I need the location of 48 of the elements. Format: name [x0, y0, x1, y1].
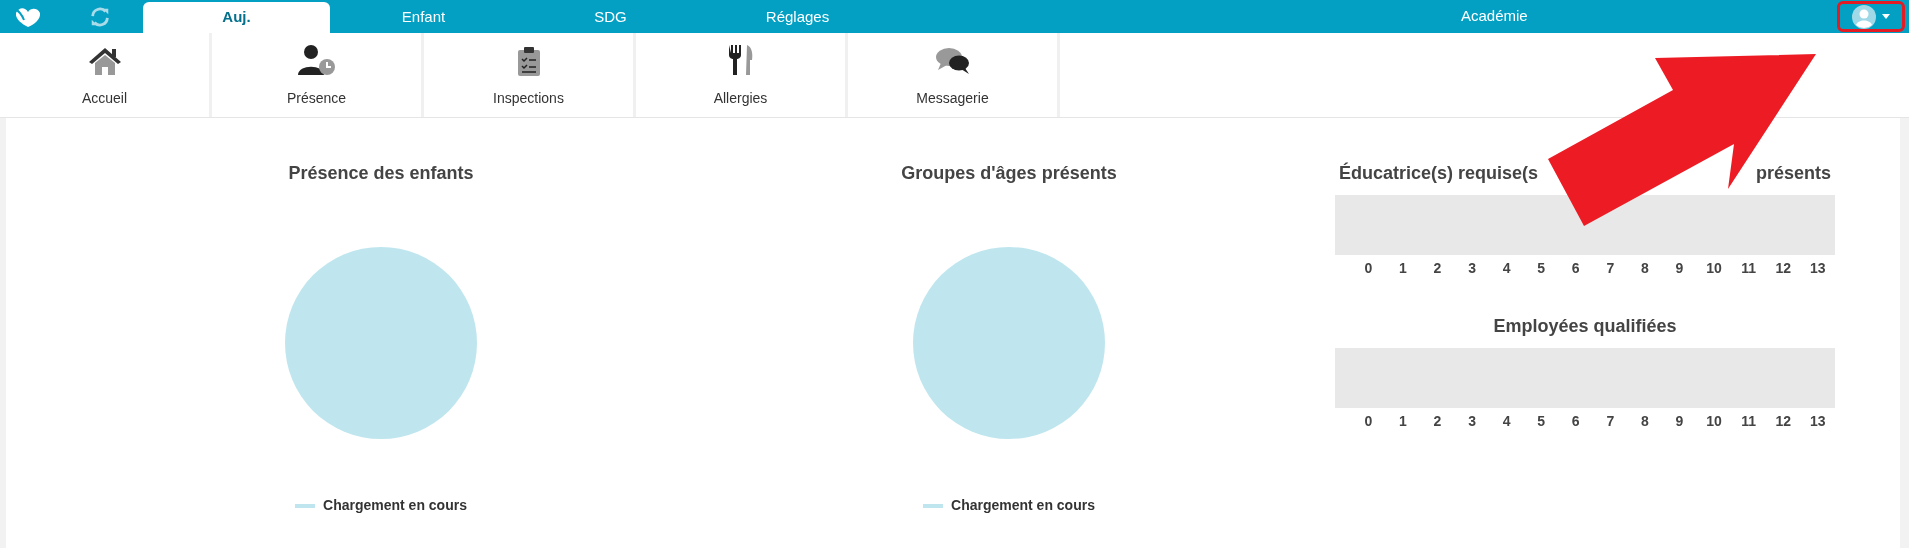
axis-tick-label: 1 [1397, 412, 1408, 431]
axis-tick-label: 11 [1740, 259, 1758, 278]
axis-tick-label: 9 [1674, 412, 1685, 431]
chart-title: Présence des enfants [288, 162, 474, 185]
axis-tick-label: 13 [1809, 412, 1827, 431]
axis-tick-label: 7 [1605, 412, 1616, 431]
axis-tick-label: 0 [1363, 259, 1374, 278]
axis-tick-label: 11 [1740, 412, 1758, 431]
person-clock-icon [297, 44, 336, 76]
axis-tick-label: 5 [1536, 412, 1547, 431]
axis-tick-label: 8 [1640, 259, 1650, 278]
chat-icon [934, 46, 971, 76]
legend-swatch [923, 503, 944, 508]
caret-icon [1882, 14, 1890, 19]
axis-tick-label: 10 [1705, 412, 1723, 431]
axis-tick-label: 13 [1809, 259, 1827, 278]
axis-tick-label: 3 [1467, 412, 1477, 431]
axis-tick-label: 2 [1432, 259, 1443, 278]
legend-label: Chargement en cours [951, 496, 1095, 515]
axis-tick-label: 4 [1501, 259, 1512, 278]
chart-title: Groupes d'âges présents [901, 162, 1117, 185]
axis-tick-label: 9 [1674, 259, 1685, 278]
cutlery-icon [727, 44, 754, 76]
user-menu[interactable] [1837, 1, 1905, 32]
axis-tick-label: 12 [1774, 259, 1792, 278]
axis-tick-label: 7 [1605, 259, 1616, 278]
axis-tick-label: 12 [1774, 412, 1792, 431]
clipboard-icon [516, 46, 541, 76]
tab[interactable]: Auj. [143, 2, 330, 33]
axis-tick-label: 6 [1570, 412, 1581, 431]
axis-tick-label: 5 [1536, 259, 1547, 278]
axis-tick-label: 2 [1432, 412, 1443, 431]
axis-tick-label: 4 [1501, 412, 1512, 431]
axis-tick-label: 6 [1570, 259, 1581, 278]
organization-name: Académie [1461, 6, 1528, 27]
axis-tick-label: 10 [1705, 259, 1723, 278]
refresh-icon[interactable] [88, 5, 111, 28]
legend-swatch [295, 503, 316, 508]
house-icon [87, 46, 122, 76]
axis-tick-label: 0 [1363, 412, 1374, 431]
chart-title: Employées qualifiées [1493, 315, 1677, 338]
chart-title: présents [1755, 162, 1831, 185]
axis-tick-label: 1 [1397, 259, 1408, 278]
axis-tick-label: 8 [1640, 412, 1650, 431]
chart-title: Éducatrice(s) requise(s [1339, 161, 1539, 185]
legend-label: Chargement en cours [323, 496, 467, 515]
avatar-icon [1852, 4, 1876, 29]
axis-tick-label: 3 [1467, 259, 1477, 278]
